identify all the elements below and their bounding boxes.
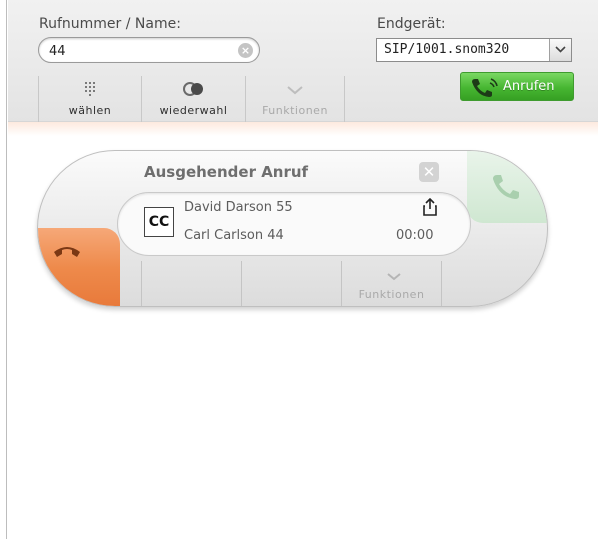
call-info-box: CC David Darson 55 Carl Carlson 44 00:00 xyxy=(117,192,471,256)
number-input[interactable] xyxy=(49,42,229,60)
clear-icon[interactable]: × xyxy=(238,43,253,58)
functions-button[interactable]: Funktionen xyxy=(245,76,345,122)
device-select[interactable]: SIP/1001.snom320 xyxy=(376,38,572,62)
redial-button-label: wiederwahl xyxy=(159,104,228,117)
frame-left-border xyxy=(0,0,7,539)
chevron-down-icon[interactable] xyxy=(549,39,571,61)
accept-icon xyxy=(493,175,519,199)
hangup-icon xyxy=(54,247,80,257)
dial-toolbar: Rufnummer / Name: Endgerät: × SIP/1001.s… xyxy=(8,0,598,122)
toolbar-shadow xyxy=(8,122,598,136)
phone-icon xyxy=(469,76,499,102)
call-card-title: Ausgehender Anruf xyxy=(144,163,309,181)
redial-button[interactable]: wiederwahl xyxy=(141,76,245,122)
number-label: Rufnummer / Name: xyxy=(39,16,181,32)
pin-icon[interactable]: ✕ xyxy=(419,162,439,182)
dial-button[interactable]: wählen xyxy=(38,76,141,122)
device-select-value: SIP/1001.snom320 xyxy=(384,42,510,57)
functions-button-label: Funktionen xyxy=(262,104,328,117)
chevron-down-icon xyxy=(246,80,344,98)
call-button[interactable]: Anrufen xyxy=(460,72,574,101)
chevron-down-icon xyxy=(386,267,402,286)
hangup-button[interactable] xyxy=(38,228,120,306)
caller-name: David Darson 55 xyxy=(184,200,293,215)
call-button-label: Anrufen xyxy=(503,79,555,94)
call-duration: 00:00 xyxy=(396,228,434,243)
number-search-field[interactable]: × xyxy=(38,37,260,63)
contact-badge: CC xyxy=(144,207,174,237)
call-action-slot-2[interactable] xyxy=(241,261,341,306)
call-functions-button[interactable]: Funktionen xyxy=(341,261,442,306)
call-card: Ausgehender Anruf ✕ CC David Darson 55 C… xyxy=(37,150,548,307)
call-functions-label: Funktionen xyxy=(358,288,425,301)
share-icon[interactable] xyxy=(422,197,438,220)
device-label: Endgerät: xyxy=(377,16,446,32)
redial-icon xyxy=(142,80,245,98)
accept-call-button[interactable] xyxy=(467,151,547,223)
dial-button-label: wählen xyxy=(68,104,112,117)
callee-name: Carl Carlson 44 xyxy=(184,228,284,243)
call-action-slot-1[interactable] xyxy=(141,261,241,306)
keypad-icon xyxy=(39,80,141,98)
